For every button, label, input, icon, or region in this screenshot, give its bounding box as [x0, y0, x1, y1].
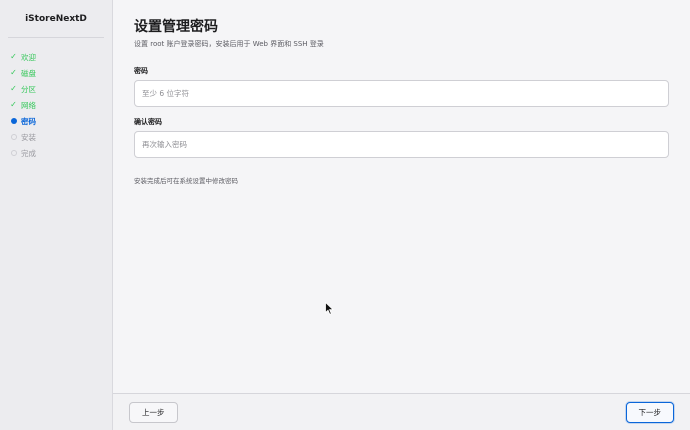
- password-hint: 安装完成后可在系统设置中修改密码: [134, 177, 238, 185]
- next-button[interactable]: 下一步: [625, 401, 674, 423]
- page-subtitle: 设置 root 账户登录密码，安装后用于 Web 界面和 SSH 登录: [134, 40, 324, 48]
- step-label: 安装: [21, 132, 36, 142]
- back-button[interactable]: 上一步: [129, 401, 178, 423]
- step-disk: ✓ 磁盘: [9, 65, 112, 81]
- step-password: 密码: [9, 113, 112, 129]
- pending-dot-icon: [9, 133, 18, 142]
- footer-bar: 上一步 下一步: [113, 393, 690, 430]
- confirm-password-input[interactable]: [134, 131, 669, 158]
- check-icon: ✓: [10, 100, 17, 109]
- main-panel: 设置管理密码 设置 root 账户登录密码，安装后用于 Web 界面和 SSH …: [113, 0, 690, 430]
- active-dot-icon: [9, 117, 18, 126]
- step-label: 分区: [21, 84, 36, 94]
- step-welcome: ✓ 欢迎: [9, 49, 112, 65]
- confirm-password-label: 确认密码: [134, 118, 162, 126]
- pending-dot-icon: [9, 149, 18, 158]
- step-label: 网络: [21, 100, 36, 110]
- step-label: 磁盘: [21, 68, 36, 78]
- sidebar: iStoreNextD ✓ 欢迎 ✓ 磁盘 ✓ 分区 ✓ 网络 密码 安装 完成: [0, 0, 113, 430]
- step-install: 安装: [9, 129, 112, 145]
- password-input[interactable]: [134, 80, 669, 107]
- password-label: 密码: [134, 67, 148, 75]
- page-title: 设置管理密码: [134, 19, 218, 35]
- check-icon: ✓: [10, 84, 17, 93]
- step-network: ✓ 网络: [9, 97, 112, 113]
- step-label: 完成: [21, 148, 36, 158]
- step-list: ✓ 欢迎 ✓ 磁盘 ✓ 分区 ✓ 网络 密码 安装 完成: [0, 38, 112, 161]
- mouse-cursor-icon: [325, 302, 334, 315]
- check-icon: ✓: [10, 52, 17, 61]
- content-area: 设置管理密码 设置 root 账户登录密码，安装后用于 Web 界面和 SSH …: [113, 0, 690, 393]
- step-finish: 完成: [9, 145, 112, 161]
- step-partition: ✓ 分区: [9, 81, 112, 97]
- installer-window: iStoreNextD ✓ 欢迎 ✓ 磁盘 ✓ 分区 ✓ 网络 密码 安装 完成…: [0, 0, 690, 430]
- check-icon: ✓: [10, 68, 17, 77]
- step-label: 密码: [21, 116, 36, 126]
- step-label: 欢迎: [21, 52, 36, 62]
- brand-title: iStoreNextD: [8, 0, 104, 38]
